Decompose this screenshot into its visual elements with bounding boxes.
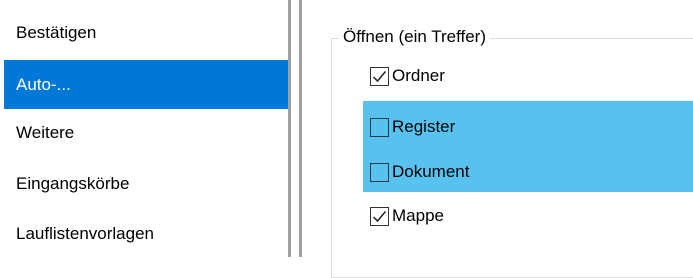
sidebar-item-auto[interactable]: Auto-...	[4, 60, 288, 109]
option-register[interactable]: Register	[370, 112, 455, 142]
checkmark-icon	[372, 70, 387, 82]
checkmark-icon	[372, 210, 387, 222]
sidebar-item-label: Lauflistenvorlagen	[16, 224, 154, 243]
sidebar-item-label: Weitere	[16, 123, 75, 142]
sidebar-item-label: Eingangskörbe	[16, 174, 130, 193]
option-mappe[interactable]: Mappe	[370, 201, 444, 231]
checkbox-dokument[interactable]	[370, 162, 389, 182]
checkbox-mappe[interactable]	[370, 206, 389, 226]
sidebar-item-bestaetigen[interactable]: Bestätigen	[4, 8, 288, 57]
checkbox-register[interactable]	[370, 117, 389, 137]
sidebar-item-label: Bestätigen	[16, 23, 97, 42]
splitter-line-left[interactable]	[288, 0, 291, 257]
option-dokument[interactable]: Dokument	[370, 157, 469, 187]
sidebar-nav: Bestätigen Auto-... Weitere Eingangskörb…	[0, 0, 288, 257]
checkbox-ordner[interactable]	[370, 66, 389, 86]
splitter-line-right[interactable]	[299, 0, 302, 257]
sidebar-item-lauflistenvorlagen[interactable]: Lauflistenvorlagen	[4, 209, 288, 258]
option-label: Dokument	[392, 162, 470, 181]
sidebar-item-eingangskoerbe[interactable]: Eingangskörbe	[4, 159, 288, 208]
option-ordner[interactable]: Ordner	[370, 61, 445, 91]
group-title: Öffnen (ein Treffer)	[339, 26, 490, 48]
option-label: Mappe	[392, 206, 444, 225]
option-label: Ordner	[392, 66, 445, 85]
option-label: Register	[392, 117, 456, 136]
sidebar-item-label: Auto-...	[16, 75, 71, 94]
sidebar-item-weitere[interactable]: Weitere	[4, 108, 288, 157]
